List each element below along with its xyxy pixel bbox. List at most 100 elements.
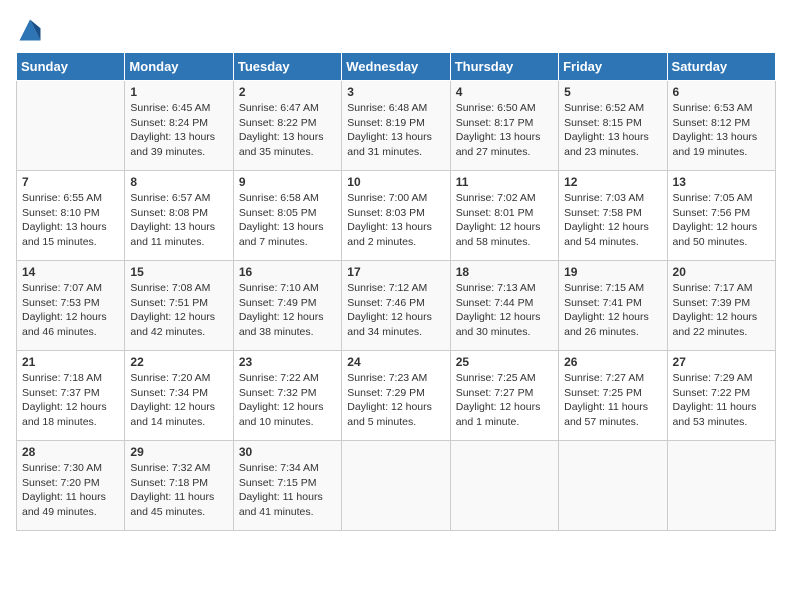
calendar-cell: 21 Sunrise: 7:18 AM Sunset: 7:37 PM Dayli… [17, 351, 125, 441]
day-info: Sunrise: 6:58 AM Sunset: 8:05 PM Dayligh… [239, 191, 336, 250]
calendar-cell: 30 Sunrise: 7:34 AM Sunset: 7:15 PM Dayli… [233, 441, 341, 531]
day-info: Sunrise: 7:29 AM Sunset: 7:22 PM Dayligh… [673, 371, 770, 430]
col-header-tuesday: Tuesday [233, 53, 341, 81]
day-info: Sunrise: 7:27 AM Sunset: 7:25 PM Dayligh… [564, 371, 661, 430]
calendar-cell [559, 441, 667, 531]
day-number: 26 [564, 355, 661, 369]
calendar-cell: 5 Sunrise: 6:52 AM Sunset: 8:15 PM Daylig… [559, 81, 667, 171]
day-number: 2 [239, 85, 336, 99]
calendar-cell: 14 Sunrise: 7:07 AM Sunset: 7:53 PM Dayli… [17, 261, 125, 351]
calendar-cell: 26 Sunrise: 7:27 AM Sunset: 7:25 PM Dayli… [559, 351, 667, 441]
day-info: Sunrise: 6:48 AM Sunset: 8:19 PM Dayligh… [347, 101, 444, 160]
calendar-cell: 7 Sunrise: 6:55 AM Sunset: 8:10 PM Daylig… [17, 171, 125, 261]
day-info: Sunrise: 7:08 AM Sunset: 7:51 PM Dayligh… [130, 281, 227, 340]
calendar-cell: 1 Sunrise: 6:45 AM Sunset: 8:24 PM Daylig… [125, 81, 233, 171]
col-header-saturday: Saturday [667, 53, 775, 81]
day-number: 16 [239, 265, 336, 279]
day-number: 1 [130, 85, 227, 99]
col-header-friday: Friday [559, 53, 667, 81]
day-info: Sunrise: 7:34 AM Sunset: 7:15 PM Dayligh… [239, 461, 336, 520]
day-number: 24 [347, 355, 444, 369]
calendar-cell: 9Sunrise: 6:58 AM Sunset: 8:05 PM Daylig… [233, 171, 341, 261]
day-info: Sunrise: 7:07 AM Sunset: 7:53 PM Dayligh… [22, 281, 119, 340]
day-number: 14 [22, 265, 119, 279]
day-info: Sunrise: 7:03 AM Sunset: 7:58 PM Dayligh… [564, 191, 661, 250]
calendar-cell: 18 Sunrise: 7:13 AM Sunset: 7:44 PM Dayli… [450, 261, 558, 351]
day-info: Sunrise: 6:55 AM Sunset: 8:10 PM Dayligh… [22, 191, 119, 250]
day-info: Sunrise: 6:50 AM Sunset: 8:17 PM Dayligh… [456, 101, 553, 160]
day-info: Sunrise: 6:52 AM Sunset: 8:15 PM Dayligh… [564, 101, 661, 160]
day-info: Sunrise: 7:13 AM Sunset: 7:44 PM Dayligh… [456, 281, 553, 340]
day-number: 29 [130, 445, 227, 459]
day-info: Sunrise: 7:23 AM Sunset: 7:29 PM Dayligh… [347, 371, 444, 430]
calendar-cell: 4 Sunrise: 6:50 AM Sunset: 8:17 PM Daylig… [450, 81, 558, 171]
day-info: Sunrise: 7:15 AM Sunset: 7:41 PM Dayligh… [564, 281, 661, 340]
day-info: Sunrise: 6:47 AM Sunset: 8:22 PM Dayligh… [239, 101, 336, 160]
day-info: Sunrise: 6:45 AM Sunset: 8:24 PM Dayligh… [130, 101, 227, 160]
day-info: Sunrise: 7:18 AM Sunset: 7:37 PM Dayligh… [22, 371, 119, 430]
day-number: 20 [673, 265, 770, 279]
day-number: 21 [22, 355, 119, 369]
day-number: 12 [564, 175, 661, 189]
calendar-cell [17, 81, 125, 171]
day-info: Sunrise: 7:32 AM Sunset: 7:18 PM Dayligh… [130, 461, 227, 520]
calendar-cell [450, 441, 558, 531]
day-number: 8 [130, 175, 227, 189]
day-info: Sunrise: 7:12 AM Sunset: 7:46 PM Dayligh… [347, 281, 444, 340]
day-number: 23 [239, 355, 336, 369]
day-number: 13 [673, 175, 770, 189]
calendar-table: SundayMondayTuesdayWednesdayThursdayFrid… [16, 52, 776, 531]
calendar-cell: 12 Sunrise: 7:03 AM Sunset: 7:58 PM Dayli… [559, 171, 667, 261]
calendar-cell [667, 441, 775, 531]
day-info: Sunrise: 6:53 AM Sunset: 8:12 PM Dayligh… [673, 101, 770, 160]
calendar-cell: 29 Sunrise: 7:32 AM Sunset: 7:18 PM Dayli… [125, 441, 233, 531]
day-number: 30 [239, 445, 336, 459]
logo [16, 16, 48, 44]
day-number: 3 [347, 85, 444, 99]
calendar-cell: 24 Sunrise: 7:23 AM Sunset: 7:29 PM Dayli… [342, 351, 450, 441]
calendar-cell: 25Sunrise: 7:25 AM Sunset: 7:27 PM Dayli… [450, 351, 558, 441]
calendar-cell: 17 Sunrise: 7:12 AM Sunset: 7:46 PM Dayli… [342, 261, 450, 351]
day-number: 15 [130, 265, 227, 279]
calendar-cell: 22 Sunrise: 7:20 AM Sunset: 7:34 PM Dayli… [125, 351, 233, 441]
day-number: 10 [347, 175, 444, 189]
calendar-cell: 3 Sunrise: 6:48 AM Sunset: 8:19 PM Daylig… [342, 81, 450, 171]
calendar-cell: 2 Sunrise: 6:47 AM Sunset: 8:22 PM Daylig… [233, 81, 341, 171]
day-info: Sunrise: 7:02 AM Sunset: 8:01 PM Dayligh… [456, 191, 553, 250]
day-number: 11 [456, 175, 553, 189]
calendar-cell: 28 Sunrise: 7:30 AM Sunset: 7:20 PM Dayli… [17, 441, 125, 531]
day-number: 5 [564, 85, 661, 99]
day-number: 17 [347, 265, 444, 279]
day-number: 18 [456, 265, 553, 279]
day-info: Sunrise: 7:20 AM Sunset: 7:34 PM Dayligh… [130, 371, 227, 430]
day-info: Sunrise: 7:22 AM Sunset: 7:32 PM Dayligh… [239, 371, 336, 430]
col-header-monday: Monday [125, 53, 233, 81]
calendar-cell: 23 Sunrise: 7:22 AM Sunset: 7:32 PM Dayli… [233, 351, 341, 441]
day-info: Sunrise: 7:30 AM Sunset: 7:20 PM Dayligh… [22, 461, 119, 520]
calendar-cell [342, 441, 450, 531]
col-header-wednesday: Wednesday [342, 53, 450, 81]
calendar-cell: 13 Sunrise: 7:05 AM Sunset: 7:56 PM Dayli… [667, 171, 775, 261]
calendar-cell: 16 Sunrise: 7:10 AM Sunset: 7:49 PM Dayli… [233, 261, 341, 351]
day-number: 27 [673, 355, 770, 369]
day-info: Sunrise: 7:10 AM Sunset: 7:49 PM Dayligh… [239, 281, 336, 340]
day-number: 7 [22, 175, 119, 189]
day-info: Sunrise: 7:00 AM Sunset: 8:03 PM Dayligh… [347, 191, 444, 250]
calendar-cell: 27 Sunrise: 7:29 AM Sunset: 7:22 PM Dayli… [667, 351, 775, 441]
day-info: Sunrise: 6:57 AM Sunset: 8:08 PM Dayligh… [130, 191, 227, 250]
day-info: Sunrise: 7:25 AM Sunset: 7:27 PM Dayligh… [456, 371, 553, 430]
calendar-cell: 10 Sunrise: 7:00 AM Sunset: 8:03 PM Dayli… [342, 171, 450, 261]
day-number: 4 [456, 85, 553, 99]
day-info: Sunrise: 7:05 AM Sunset: 7:56 PM Dayligh… [673, 191, 770, 250]
day-info: Sunrise: 7:17 AM Sunset: 7:39 PM Dayligh… [673, 281, 770, 340]
calendar-cell: 15 Sunrise: 7:08 AM Sunset: 7:51 PM Dayli… [125, 261, 233, 351]
col-header-thursday: Thursday [450, 53, 558, 81]
day-number: 28 [22, 445, 119, 459]
calendar-cell: 8 Sunrise: 6:57 AM Sunset: 8:08 PM Daylig… [125, 171, 233, 261]
day-number: 19 [564, 265, 661, 279]
day-number: 22 [130, 355, 227, 369]
calendar-cell: 6Sunrise: 6:53 AM Sunset: 8:12 PM Daylig… [667, 81, 775, 171]
calendar-cell: 20 Sunrise: 7:17 AM Sunset: 7:39 PM Dayli… [667, 261, 775, 351]
logo-icon [16, 16, 44, 44]
calendar-cell: 11 Sunrise: 7:02 AM Sunset: 8:01 PM Dayli… [450, 171, 558, 261]
